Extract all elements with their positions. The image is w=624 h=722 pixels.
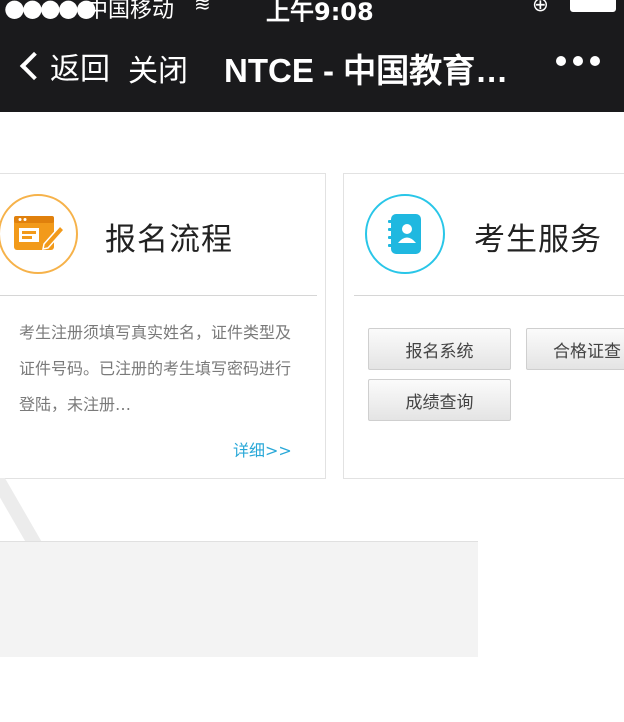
status-time: 上午9:08 [266,0,374,22]
wifi-icon: ≋ [194,0,211,16]
page-title: NTCE - 中国教育… [224,52,509,89]
registration-process-card: 报名流程 考生注册须填写真实姓名，证件类型及证件号码。已注册的考生填写密码进行登… [0,173,326,479]
card-header: 考生服务 [344,174,624,296]
candidate-services-card: 考生服务 报名系统 合格证查 成绩查询 [343,173,624,479]
certificate-query-button[interactable]: 合格证查 [526,328,624,370]
card-description: 考生注册须填写真实姓名，证件类型及证件号码。已注册的考生填写密码进行登陆，未注册… [19,323,292,414]
signal-strength-icon: ●●●●● [4,0,97,22]
card-title: 报名流程 [105,222,233,258]
more-dot-icon [573,56,583,66]
close-button[interactable]: 关闭 [128,46,188,90]
battery-icon [570,0,616,12]
more-dot-icon [556,56,566,66]
status-bar: ●●●●● 中国移动 ≋ 上午9:08 ⊕ [0,0,624,22]
details-link[interactable]: 详细>> [233,437,292,461]
registration-system-button[interactable]: 报名系统 [368,328,511,370]
back-label: 返回 [50,52,110,87]
carrier-name: 中国移动 [86,0,175,22]
contact-book-icon [365,194,445,274]
card-title: 考生服务 [474,222,602,258]
rotation-lock-icon: ⊕ [532,0,549,16]
chevron-left-icon [19,51,49,81]
back-button[interactable]: 返回 [16,44,110,88]
divider [0,295,317,296]
nav-bar: 返回 关闭 NTCE - 中国教育… [0,22,624,112]
divider [354,295,624,296]
card-header: 报名流程 [0,174,325,296]
more-dot-icon [590,56,600,66]
registration-form-icon [0,194,78,274]
decorative-stripe [0,478,60,542]
more-options-button[interactable] [556,56,600,66]
content-panel [0,541,478,657]
score-query-button[interactable]: 成绩查询 [368,379,511,421]
